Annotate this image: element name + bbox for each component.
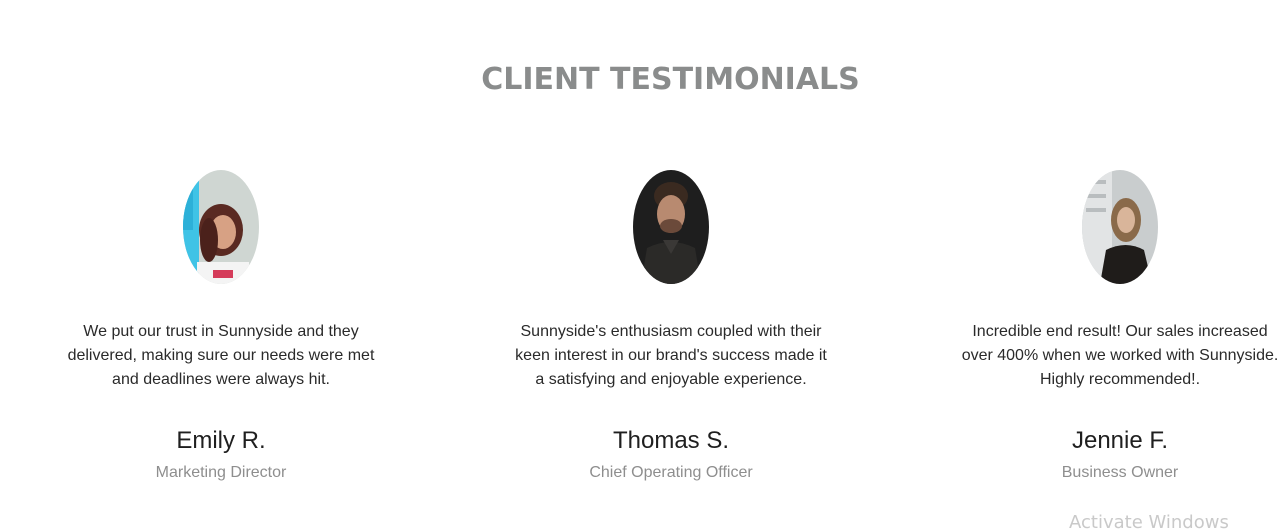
testimonial-card: Incredible end result! Our sales increas… [955, 170, 1283, 484]
quote-line: We put our trust in Sunnyside and they [83, 323, 359, 340]
client-role: Business Owner [1061, 464, 1179, 481]
quote-line: Sunnyside's enthusiasm coupled with thei… [520, 323, 822, 340]
testimonial-quote: We put our trust in Sunnyside and they d… [56, 320, 386, 392]
man-portrait-photo-icon [633, 170, 709, 284]
quote-line: and deadlines were always hit. [112, 371, 330, 388]
testimonial-quote: Incredible end result! Our sales increas… [955, 320, 1283, 392]
testimonial-card: Sunnyside's enthusiasm coupled with thei… [506, 170, 836, 484]
section-title: CLIENT TESTIMONIALS [481, 62, 860, 97]
woman-portrait-photo-icon [1082, 170, 1158, 284]
quote-line: Highly recommended!. [1039, 371, 1201, 388]
client-name: Emily R. [176, 427, 266, 454]
testimonials-page: CLIENT TESTIMONIALS We put our trust in … [0, 0, 1283, 531]
avatar [183, 170, 259, 284]
quote-line: Incredible end result! Our sales increas… [972, 323, 1268, 340]
windows-activation-watermark: Activate Windows [1069, 512, 1229, 531]
avatar [633, 170, 709, 284]
client-role: Chief Operating Officer [589, 464, 753, 481]
testimonial-quote: Sunnyside's enthusiasm coupled with thei… [506, 320, 836, 392]
quote-line: delivered, making sure our needs were me… [67, 347, 375, 364]
quote-line: keen interest in our brand's success mad… [515, 347, 827, 364]
testimonial-card: We put our trust in Sunnyside and they d… [56, 170, 386, 484]
quote-line: a satisfying and enjoyable experience. [535, 371, 807, 388]
avatar [1082, 170, 1158, 284]
quote-line: over 400% when we worked with Sunnyside. [961, 347, 1279, 364]
woman-portrait-photo-icon [183, 170, 259, 284]
client-role: Marketing Director [155, 464, 287, 481]
client-name: Jennie F. [1071, 427, 1169, 454]
client-name: Thomas S. [612, 427, 730, 454]
